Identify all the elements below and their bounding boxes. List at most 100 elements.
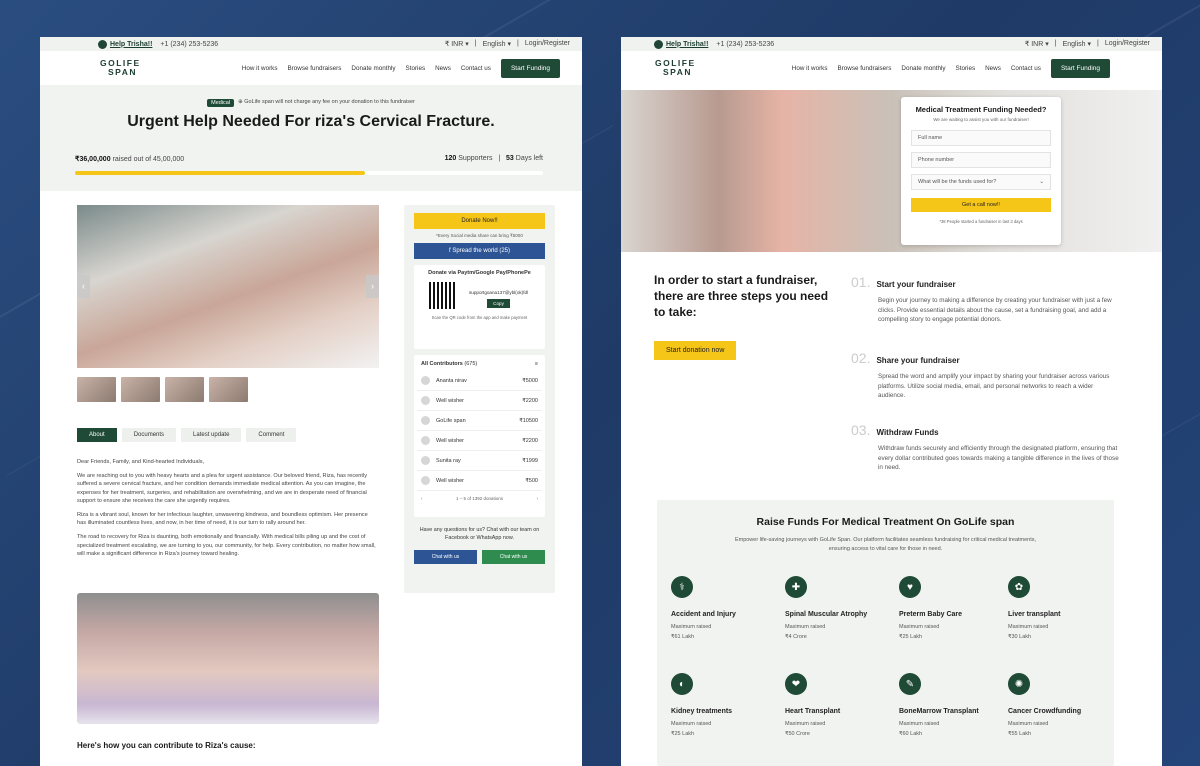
- start-donation-button[interactable]: Start donation now: [654, 341, 737, 360]
- contributors-card: All Contributors (675) ≡ Ananta nirav ₹500…: [414, 355, 545, 517]
- get-call-button[interactable]: Get a call now!!: [911, 198, 1051, 212]
- chevron-down-icon: ⌄: [1039, 179, 1044, 185]
- upi-id: supportgoana137@ybl(ok)fdl: [469, 290, 529, 295]
- heart-icon: ❤: [785, 673, 807, 695]
- list-item: GoLife span ₹10500: [417, 411, 542, 431]
- thumbnail[interactable]: [77, 377, 116, 402]
- thumbnail[interactable]: [165, 377, 204, 402]
- nav-news[interactable]: News: [985, 65, 1001, 72]
- whatsapp-icon: [654, 39, 663, 49]
- step-3: 03. Withdraw Funds Withdraw funds securel…: [851, 422, 1119, 471]
- list-item: Well wisher ₹2200: [417, 391, 542, 411]
- progress-bar: [75, 171, 543, 175]
- currency-select[interactable]: ₹ INR ▾: [1025, 40, 1049, 48]
- raised-amount: ₹36,00,000 raised out of 45,00,000: [75, 156, 185, 163]
- tab-comment[interactable]: Comment: [246, 428, 297, 442]
- login-link[interactable]: Login/Register: [525, 40, 570, 48]
- currency-select[interactable]: ₹ INR ▾: [445, 40, 469, 48]
- nav-contact[interactable]: Contact us: [1011, 65, 1041, 72]
- liver-icon: ✿: [1008, 576, 1030, 598]
- funding-form: Medical Treatment Funding Needed? We are…: [901, 97, 1061, 245]
- logo[interactable]: GOLIFE SPAN: [100, 59, 141, 77]
- logo[interactable]: GOLIFE SPAN: [655, 59, 696, 77]
- donate-now-button[interactable]: Donate Now!!: [414, 213, 545, 229]
- top-bar: Help Trisha!! +1 (234) 253-5236 ₹ INR ▾ |…: [621, 37, 1162, 51]
- avatar: [421, 476, 430, 485]
- list-item: Well wisher ₹500: [417, 471, 542, 491]
- avatar: [421, 456, 430, 465]
- step-1: 01. Start your fundraiser Begin your jour…: [851, 274, 1112, 323]
- avatar: [421, 376, 430, 385]
- prev-page-icon[interactable]: ‹: [421, 496, 423, 501]
- nav-contact[interactable]: Contact us: [461, 65, 491, 72]
- tab-about[interactable]: About: [77, 428, 117, 442]
- whatsapp-chat-button[interactable]: Chat with us: [482, 550, 545, 564]
- category-accident[interactable]: ⚕ Accident and Injury Maximum raised ₹61 La…: [671, 576, 776, 640]
- nav-news[interactable]: News: [435, 65, 451, 72]
- nav-how-it-works[interactable]: How it works: [792, 65, 828, 72]
- phone-number: +1 (234) 253-5236: [716, 40, 775, 48]
- spread-button[interactable]: f Spread the world (25): [414, 243, 545, 259]
- full-name-input[interactable]: Full name: [911, 130, 1051, 146]
- phone-number: +1 (234) 253-5236: [160, 40, 219, 48]
- hero-image: [621, 90, 1162, 252]
- facebook-chat-button[interactable]: Chat with us: [414, 550, 477, 564]
- copy-button[interactable]: Copy: [487, 299, 510, 308]
- landing-page: Help Trisha!! +1 (234) 253-5236 ₹ INR ▾ |…: [621, 37, 1162, 766]
- category-heart[interactable]: ❤ Heart Transplant Maximum raised ₹50 Crore: [785, 673, 890, 737]
- nav-browse[interactable]: Browse fundraisers: [287, 65, 341, 72]
- language-select[interactable]: English ▾: [1063, 40, 1091, 48]
- donation-sidebar: Donate Now!! *Every Social media share c…: [404, 205, 555, 593]
- accident-icon: ⚕: [671, 576, 693, 598]
- nav-stories[interactable]: Stories: [406, 65, 426, 72]
- thumbnail[interactable]: [209, 377, 248, 402]
- next-page-icon[interactable]: ›: [536, 496, 538, 501]
- nav-browse[interactable]: Browse fundraisers: [837, 65, 891, 72]
- contribute-heading: Here's how you can contribute to Riza's …: [77, 741, 256, 750]
- funds-use-select[interactable]: What will be the funds used for? ⌄: [911, 174, 1051, 190]
- category-liver[interactable]: ✿ Liver transplant Maximum raised ₹30 Lakh: [1008, 576, 1113, 640]
- avatar: [421, 436, 430, 445]
- thumbnail-strip: [77, 377, 248, 402]
- phone-input[interactable]: Phone number: [911, 152, 1051, 168]
- avatar: [421, 416, 430, 425]
- help-link[interactable]: Help Trisha!!: [98, 39, 152, 49]
- whatsapp-icon: [98, 39, 107, 49]
- category-badge: Medical: [207, 99, 235, 107]
- prev-arrow-icon[interactable]: ‹: [77, 275, 90, 298]
- tab-documents[interactable]: Documents: [121, 428, 177, 442]
- nav-donate-monthly[interactable]: Donate monthly: [901, 65, 945, 72]
- list-item: Sunita ray ₹1999: [417, 451, 542, 471]
- baby-care-icon: ♥: [899, 576, 921, 598]
- language-select[interactable]: English ▾: [483, 40, 511, 48]
- nav-donate-monthly[interactable]: Donate monthly: [351, 65, 395, 72]
- thumbnail[interactable]: [121, 377, 160, 402]
- share-note: *Every Social media share can bring ₹500…: [436, 233, 523, 238]
- category-sma[interactable]: ✚ Spinal Muscular Atrophy Maximum raised ₹4…: [785, 576, 890, 640]
- top-bar: Help Trisha!! +1 (234) 253-5236 ₹ INR ▾ |…: [40, 37, 582, 51]
- supporters-count: 120: [444, 155, 457, 162]
- menu-icon[interactable]: ≡: [535, 361, 538, 367]
- help-link[interactable]: Help Trisha!!: [654, 39, 708, 49]
- category-kidney[interactable]: ◐ Kidney treatments Maximum raised ₹25 Lakh: [671, 673, 776, 737]
- category-cancer[interactable]: ✺ Cancer Crowdfunding Maximum raised ₹55 La…: [1008, 673, 1113, 737]
- next-arrow-icon[interactable]: ›: [366, 275, 379, 298]
- nav-stories[interactable]: Stories: [956, 65, 976, 72]
- login-link[interactable]: Login/Register: [1105, 40, 1150, 48]
- start-funding-button[interactable]: Start Funding: [500, 58, 560, 78]
- start-funding-button[interactable]: Start Funding: [1050, 58, 1110, 78]
- category-preterm[interactable]: ♥ Preterm Baby Care Maximum raised ₹25 Lakh: [899, 576, 1004, 640]
- step-2: 02. Share your fundraiser Spread the word…: [851, 350, 1110, 399]
- nav-how-it-works[interactable]: How it works: [242, 65, 278, 72]
- content-tabs: About Documents Latest update Comment: [77, 428, 297, 442]
- patient-photo-2: [77, 593, 379, 724]
- days-left: 53: [506, 155, 514, 162]
- questions-text: Have any questions for us? Chat with our…: [419, 527, 540, 541]
- form-title: Medical Treatment Funding Needed?: [915, 105, 1047, 114]
- tab-latest-update[interactable]: Latest update: [181, 428, 242, 442]
- main-nav: GOLIFE SPAN How it works Browse fundraise…: [40, 51, 582, 85]
- fee-notice: ⊕ GoLife span will not charge any fee on…: [238, 99, 415, 105]
- kidney-icon: ◐: [671, 673, 693, 695]
- category-bonemarrow[interactable]: ✎ BoneMarrow Transplant Maximum raised ₹60 …: [899, 673, 1004, 737]
- section-title: Raise Funds For Medical Treatment On GoL…: [756, 516, 1015, 528]
